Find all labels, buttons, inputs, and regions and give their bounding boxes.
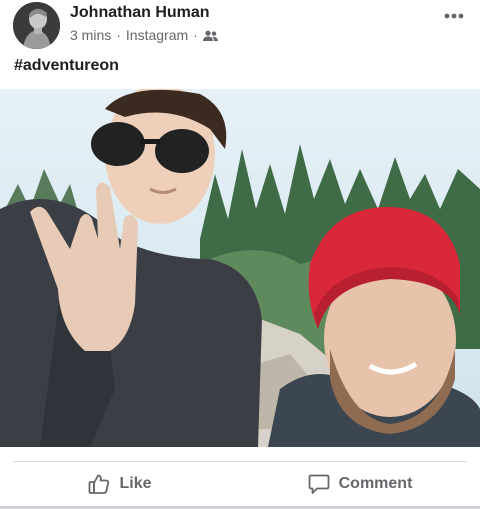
more-options-icon [444,13,464,19]
author-name[interactable]: Johnathan Human [70,4,210,22]
avatar[interactable] [13,2,60,49]
post-time[interactable]: 3 mins [70,27,111,43]
avatar-photo [13,2,60,49]
friends-icon[interactable] [202,29,218,41]
like-button[interactable]: Like [0,462,240,506]
comment-bubble-icon [308,474,330,494]
post-actions: Like Comment [0,462,480,506]
like-label: Like [119,475,152,492]
post-header: Johnathan Human 3 mins · Instagram · [0,0,480,52]
post-source: Instagram [125,27,189,43]
comment-button[interactable]: Comment [240,462,480,506]
meta-separator: · [116,27,121,43]
post-caption: #adventureon [14,57,119,74]
post-photo-image [0,89,480,447]
more-options-button[interactable] [442,6,466,26]
thumbs-up-icon [89,474,110,494]
comment-label: Comment [338,475,413,492]
post-meta: 3 mins · Instagram · [70,27,218,43]
meta-separator: · [193,27,198,43]
post-photo[interactable] [0,89,480,447]
